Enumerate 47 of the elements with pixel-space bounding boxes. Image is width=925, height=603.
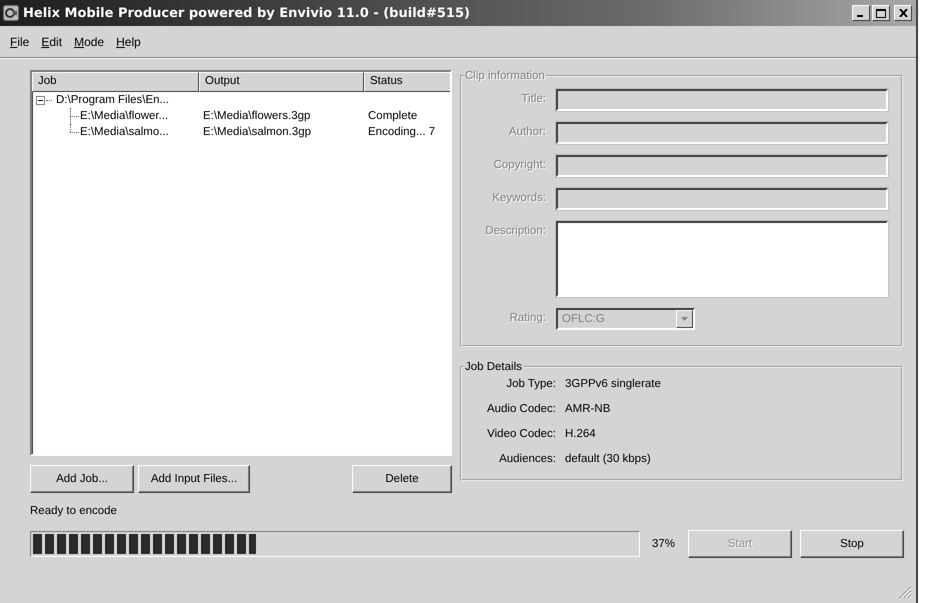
table-cell-text: D:\Program Files\En... [55, 94, 170, 106]
resize-grip-icon[interactable] [899, 586, 912, 599]
job-button[interactable]: Add Job... [30, 465, 134, 493]
table-cell-text: Complete [367, 110, 418, 122]
field-label: Title: [520, 92, 546, 105]
job-button[interactable]: Delete [352, 465, 452, 493]
detail-value: default (30 kbps) [565, 453, 651, 465]
field-label: Description: [484, 224, 546, 237]
table-cell-text: Encoding... 7 [367, 126, 436, 138]
table-cell: E:\Media\flower... [80, 110, 168, 122]
job-list[interactable]: Job Output Status D:\Program Files\En... E:\Media\flower... E:\Media\flowers.3gp Complete E:\Media\salmo... E:\Media\salmon.3gp Encoding... 7 [30, 70, 452, 456]
detail-value: 3GPPv6 singlerate [565, 378, 661, 390]
progress-reading: 37% [651, 538, 676, 550]
maximize-button[interactable] [872, 5, 890, 21]
stop-button[interactable]: Stop [800, 530, 904, 558]
column-header[interactable]: Status [364, 72, 450, 92]
status-text: Ready to encode [30, 505, 117, 517]
close-button[interactable] [894, 5, 912, 21]
column-header[interactable]: Job [32, 72, 199, 92]
detail-label: Audiences: [498, 453, 556, 465]
minimize-button[interactable] [852, 5, 870, 21]
menu-item[interactable]: File [4, 34, 36, 48]
maximize-icon [876, 8, 886, 18]
group-title: Clip information [464, 70, 546, 82]
table-cell: E:\Media\salmo... [80, 126, 169, 138]
field-label: Author: [508, 125, 546, 138]
field-label: Rating: [508, 311, 546, 324]
collapse-icon[interactable] [36, 96, 45, 104]
window-title: Helix Mobile Producer powered by Envivio 11.0 - (build#515) [23, 6, 471, 20]
detail-label: Job Type: [505, 378, 556, 390]
menu-item[interactable]: Help [110, 34, 147, 48]
detail-value: H.264 [565, 428, 596, 440]
table-cell-text: E:\Media\salmon.3gp [202, 126, 312, 138]
job-button[interactable]: Add Input Files... [138, 465, 250, 493]
detail-label: Video Codec: [486, 428, 556, 440]
menu-item[interactable]: Mode [68, 34, 110, 48]
table-cell-text: E:\Media\flowers.3gp [202, 110, 312, 122]
field-label: Copyright: [492, 158, 546, 171]
close-icon [898, 9, 908, 17]
app-icon [3, 5, 19, 21]
detail-label: Audio Codec: [486, 403, 556, 415]
caret-icon [681, 317, 688, 321]
detail-value: AMR-NB [565, 403, 610, 415]
column-header[interactable]: Output [199, 72, 364, 92]
menu-item[interactable]: Edit [35, 34, 68, 48]
group-title: Job Details [464, 361, 523, 373]
field-label: Keywords: [491, 191, 546, 204]
